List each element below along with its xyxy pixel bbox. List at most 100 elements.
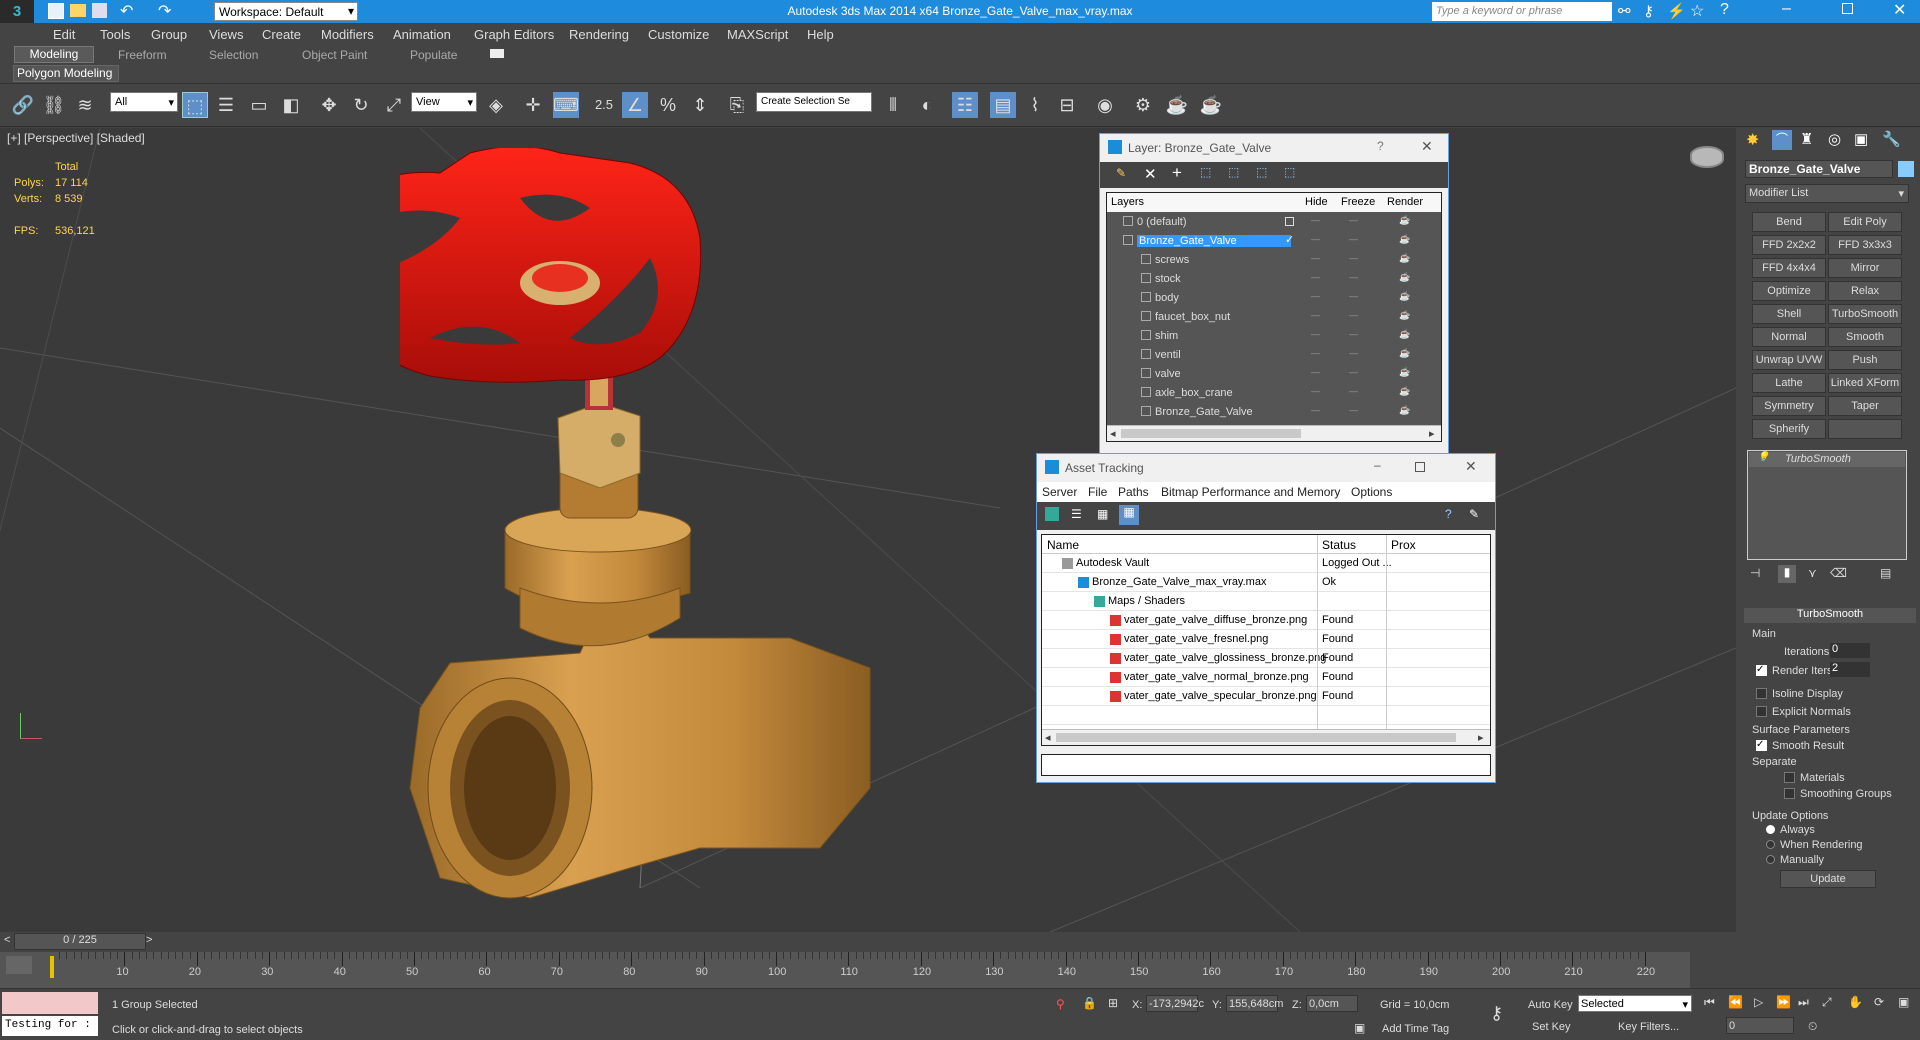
menu-file[interactable]: File <box>1088 485 1107 499</box>
material-editor-icon[interactable]: ◉ <box>1092 92 1118 118</box>
hide-toggle[interactable]: — <box>1311 234 1320 244</box>
mirror-icon[interactable]: ⫴ <box>880 92 906 118</box>
menu-paths[interactable]: Paths <box>1118 485 1149 499</box>
menu-bitmap-performance[interactable]: Bitmap Performance and Memory <box>1161 485 1340 499</box>
layer-window-titlebar[interactable]: Layer: Bronze_Gate_Valve ? ✕ <box>1100 134 1448 162</box>
set-key-button[interactable]: Set Key <box>1532 1021 1571 1033</box>
menu-graph-editors[interactable]: Graph Editors <box>474 27 554 42</box>
remove-modifier-icon[interactable]: ⌫ <box>1830 566 1847 580</box>
rectangular-selection-icon[interactable]: ▭ <box>246 92 272 118</box>
asset-row[interactable]: Maps / Shaders <box>1042 592 1490 611</box>
gate-valve-model[interactable] <box>400 148 900 918</box>
key-icon[interactable]: ⚷ <box>1643 2 1654 20</box>
freeze-toggle[interactable]: — <box>1349 329 1358 339</box>
goto-start-icon[interactable]: ⏮ <box>1704 995 1715 1010</box>
menu-help[interactable]: Help <box>807 27 834 42</box>
pin-stack-icon[interactable]: ⊣ <box>1750 566 1760 580</box>
freeze-toggle[interactable]: — <box>1349 405 1358 415</box>
scroll-thumb[interactable] <box>1056 733 1456 742</box>
menu-options[interactable]: Options <box>1351 485 1392 499</box>
modifier-button[interactable]: Relax <box>1828 281 1902 301</box>
select-by-name-icon[interactable]: ☰ <box>213 92 239 118</box>
close-icon[interactable]: ✕ <box>1421 138 1433 155</box>
modifier-button[interactable]: Shell <box>1752 304 1826 324</box>
hide-toggle[interactable]: — <box>1311 405 1320 415</box>
layer-row[interactable]: axle_box_crane — — ☕ <box>1107 384 1441 403</box>
modifier-button[interactable]: Spherify <box>1752 419 1826 439</box>
scale-icon[interactable]: ⤢ <box>381 92 407 118</box>
add-time-tag[interactable]: Add Time Tag <box>1382 1023 1449 1035</box>
layer-manager-icon[interactable]: ☷ <box>952 92 978 118</box>
layer-row[interactable]: screws — — ☕ <box>1107 251 1441 270</box>
render-teapot-icon[interactable]: ☕ <box>1399 291 1410 302</box>
freeze-all-icon[interactable]: ⬚ <box>1284 165 1295 179</box>
asset-window-titlebar[interactable]: Asset Tracking – ✕ <box>1037 454 1495 482</box>
track-bar[interactable]: 10 20 30 40 50 60 70 80 90 100 110 120 130 140 150 160 1… <box>0 952 1690 988</box>
modifier-button[interactable]: Bend <box>1752 212 1826 232</box>
create-tab-icon[interactable]: ✸ <box>1746 130 1759 150</box>
menu-create[interactable]: Create <box>262 27 301 42</box>
stack-item-turbosmooth[interactable]: 💡 TurboSmooth <box>1749 452 1905 467</box>
spinner-snap-icon[interactable]: ⇕ <box>687 92 713 118</box>
tab-populate[interactable]: Populate <box>410 48 457 62</box>
viewport-label[interactable]: [+] [Perspective] [Shaded] <box>7 131 145 145</box>
freeze-toggle[interactable]: — <box>1349 386 1358 396</box>
col-render[interactable]: Render <box>1387 196 1423 208</box>
hide-toggle[interactable]: — <box>1311 348 1320 358</box>
tab-object-paint[interactable]: Object Paint <box>302 48 367 62</box>
hide-toggle[interactable]: — <box>1311 329 1320 339</box>
modifier-button[interactable]: FFD 2x2x2 <box>1752 235 1826 255</box>
window-crossing-icon[interactable]: ◧ <box>278 92 304 118</box>
layer-row[interactable]: valve — — ☕ <box>1107 365 1441 384</box>
close-icon[interactable]: ✕ <box>1893 0 1906 20</box>
z-coordinate-field[interactable]: 0,0cm <box>1306 995 1358 1012</box>
maximize-icon[interactable] <box>1842 3 1853 14</box>
render-teapot-icon[interactable]: ☕ <box>1399 215 1410 226</box>
scroll-right-icon[interactable]: ▸ <box>1478 731 1484 744</box>
pin-icon[interactable]: ✎ <box>1469 507 1479 521</box>
asset-row[interactable]: vater_gate_valve_fresnel.png Found <box>1042 630 1490 649</box>
select-object-icon[interactable]: ⬚ <box>182 92 208 118</box>
manually-radio[interactable] <box>1766 855 1775 864</box>
layer-row[interactable]: stock — — ☕ <box>1107 270 1441 289</box>
configure-sets-icon[interactable]: ▤ <box>1880 566 1891 580</box>
freeze-toggle[interactable]: — <box>1349 348 1358 358</box>
edit-named-selection-icon[interactable]: ⎘ <box>724 92 750 118</box>
render-teapot-icon[interactable]: ☕ <box>1399 329 1410 340</box>
communication-icon[interactable]: ⚡ <box>1667 2 1686 20</box>
modifier-button[interactable]: Smooth <box>1828 327 1902 347</box>
freeze-toggle[interactable]: — <box>1349 215 1358 225</box>
rotate-icon[interactable]: ↻ <box>348 92 374 118</box>
menu-maxscript[interactable]: MAXScript <box>727 27 788 42</box>
hide-all-icon[interactable]: ⬚ <box>1256 165 1267 179</box>
select-manipulate-icon[interactable]: ✛ <box>520 92 546 118</box>
maxscript-input[interactable]: Testing for : <box>2 1016 98 1036</box>
modifier-button[interactable]: Lathe <box>1752 373 1826 393</box>
asset-hscroll[interactable]: ◂ ▸ <box>1042 729 1490 745</box>
modifier-button[interactable]: Optimize <box>1752 281 1826 301</box>
bind-spacewarp-icon[interactable]: ≋ <box>72 92 98 118</box>
maxscript-listener-mini[interactable] <box>2 992 98 1014</box>
time-prev-icon[interactable]: < <box>4 934 10 946</box>
make-unique-icon[interactable]: ⋎ <box>1808 566 1817 580</box>
asset-row[interactable]: vater_gate_valve_specular_bronze.png Foun… <box>1042 687 1490 706</box>
tab-modeling[interactable]: Modeling <box>14 46 94 63</box>
x-coordinate-field[interactable]: -173,2942c <box>1146 995 1204 1012</box>
modifier-button[interactable]: Normal <box>1752 327 1826 347</box>
help-icon[interactable]: ? <box>1720 1 1729 19</box>
curve-editor-icon[interactable]: ⌇ <box>1022 92 1048 118</box>
hide-toggle[interactable]: — <box>1311 291 1320 301</box>
scroll-thumb[interactable] <box>1121 429 1301 438</box>
freeze-toggle[interactable]: — <box>1349 234 1358 244</box>
scroll-right-icon[interactable]: ▸ <box>1429 427 1435 440</box>
asset-row[interactable]: vater_gate_valve_diffuse_bronze.png Found <box>1042 611 1490 630</box>
col-status[interactable]: Status <box>1322 538 1356 552</box>
explicit-normals-checkbox[interactable] <box>1756 706 1767 717</box>
layer-toggle-box-icon[interactable] <box>1285 217 1294 226</box>
render-teapot-icon[interactable]: ☕ <box>1399 348 1410 359</box>
binoculars-icon[interactable]: ⚯ <box>1618 2 1631 20</box>
keyboard-shortcut-override-icon[interactable]: ⌨ <box>553 92 579 118</box>
modify-tab-icon[interactable]: ⌒ <box>1772 130 1792 150</box>
rendered-frame-icon[interactable]: ☕ <box>1164 92 1190 118</box>
time-config-icon[interactable]: ⏲ <box>1808 1019 1817 1034</box>
